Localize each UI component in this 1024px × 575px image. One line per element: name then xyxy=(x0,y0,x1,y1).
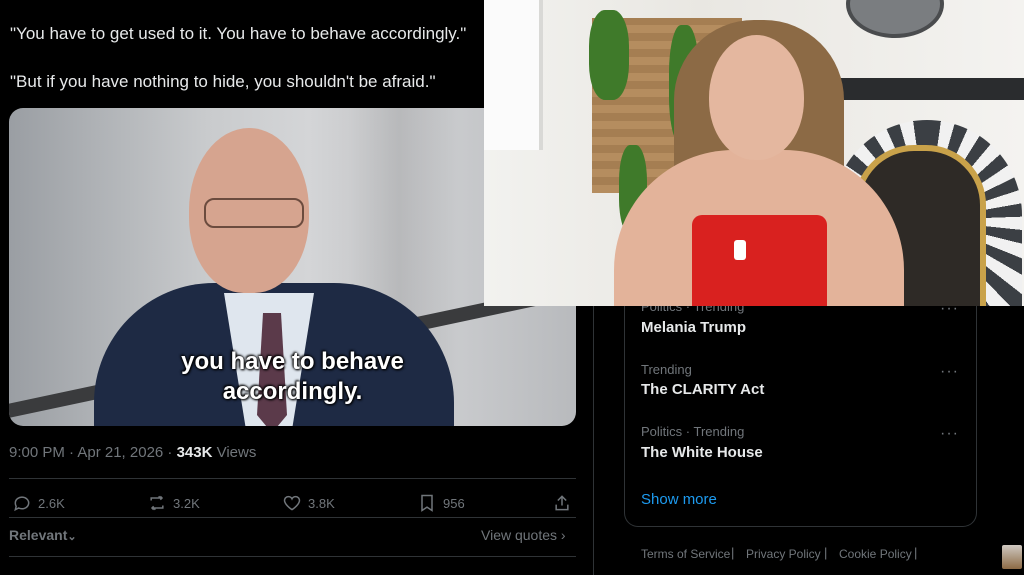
share-icon xyxy=(555,495,569,511)
background-plant xyxy=(589,10,629,100)
like-button[interactable]: 3.8K xyxy=(282,493,335,513)
repost-icon xyxy=(150,495,164,511)
trend-3-category: Politics · Trending xyxy=(641,424,745,439)
fireplace-hood xyxy=(814,78,1024,100)
reply-button[interactable]: 2.6K xyxy=(12,493,65,513)
footer-separator: | xyxy=(824,545,828,560)
repost-count: 3.2K xyxy=(173,495,200,511)
presenter-dress xyxy=(692,215,827,306)
more-icon[interactable]: ··· xyxy=(940,363,959,381)
share-button[interactable] xyxy=(552,493,572,513)
show-more-link[interactable]: Show more xyxy=(641,491,717,508)
trend-3-name[interactable]: The White House xyxy=(641,444,763,461)
presenter-thumbnail xyxy=(1002,545,1022,569)
footer-terms-link[interactable]: Terms of Service xyxy=(641,547,730,561)
tweet-timestamp[interactable]: 9:00 PM · Apr 21, 2026 · xyxy=(9,444,177,461)
video-subtitle-line-2: accordingly. xyxy=(222,378,363,405)
more-icon[interactable]: ··· xyxy=(940,425,959,443)
trend-2-name[interactable]: The CLARITY Act xyxy=(641,381,764,398)
video-person-glasses xyxy=(204,198,304,228)
divider-last xyxy=(9,556,576,557)
tweet-views-label: Views xyxy=(212,444,257,461)
background-clock xyxy=(846,0,944,38)
footer-privacy-link[interactable]: Privacy Policy xyxy=(746,547,821,561)
repost-button[interactable]: 3.2K xyxy=(147,493,200,513)
presenter-face xyxy=(709,35,804,160)
reply-count: 2.6K xyxy=(38,495,65,511)
bookmark-button[interactable]: 956 xyxy=(417,493,465,513)
reply-icon xyxy=(14,496,30,512)
sort-label: Relevant xyxy=(9,527,68,543)
footer-cookie-link[interactable]: Cookie Policy xyxy=(839,547,912,561)
tweet-meta: 9:00 PM · Apr 21, 2026 · 343K Views xyxy=(9,444,256,461)
tweet-views-count: 343K xyxy=(176,444,213,461)
trend-2-category: Trending xyxy=(641,362,692,377)
view-quotes-link[interactable]: View quotes › xyxy=(481,527,566,543)
like-icon xyxy=(283,495,301,511)
sort-replies-dropdown[interactable]: Relevant⌄ xyxy=(9,527,77,543)
footer-separator: | xyxy=(731,545,735,560)
like-count: 3.8K xyxy=(308,495,335,511)
chevron-down-icon: ⌄ xyxy=(67,531,77,543)
video-subtitle-line-1: you have to behave xyxy=(181,348,404,375)
lapel-mic xyxy=(734,240,746,260)
webcam-overlay xyxy=(484,0,1024,306)
bookmark-icon xyxy=(421,494,433,512)
tweet-text-line-2: "But if you have nothing to hide, you sh… xyxy=(10,72,436,91)
bookmark-count: 956 xyxy=(443,495,465,511)
background-window xyxy=(484,0,543,150)
footer-separator: | xyxy=(914,545,918,560)
divider-top xyxy=(9,478,576,479)
trend-1-name[interactable]: Melania Trump xyxy=(641,319,746,336)
column-divider xyxy=(593,300,594,575)
divider-bottom xyxy=(9,517,576,518)
tweet-text-line-1: "You have to get used to it. You have to… xyxy=(10,24,467,43)
